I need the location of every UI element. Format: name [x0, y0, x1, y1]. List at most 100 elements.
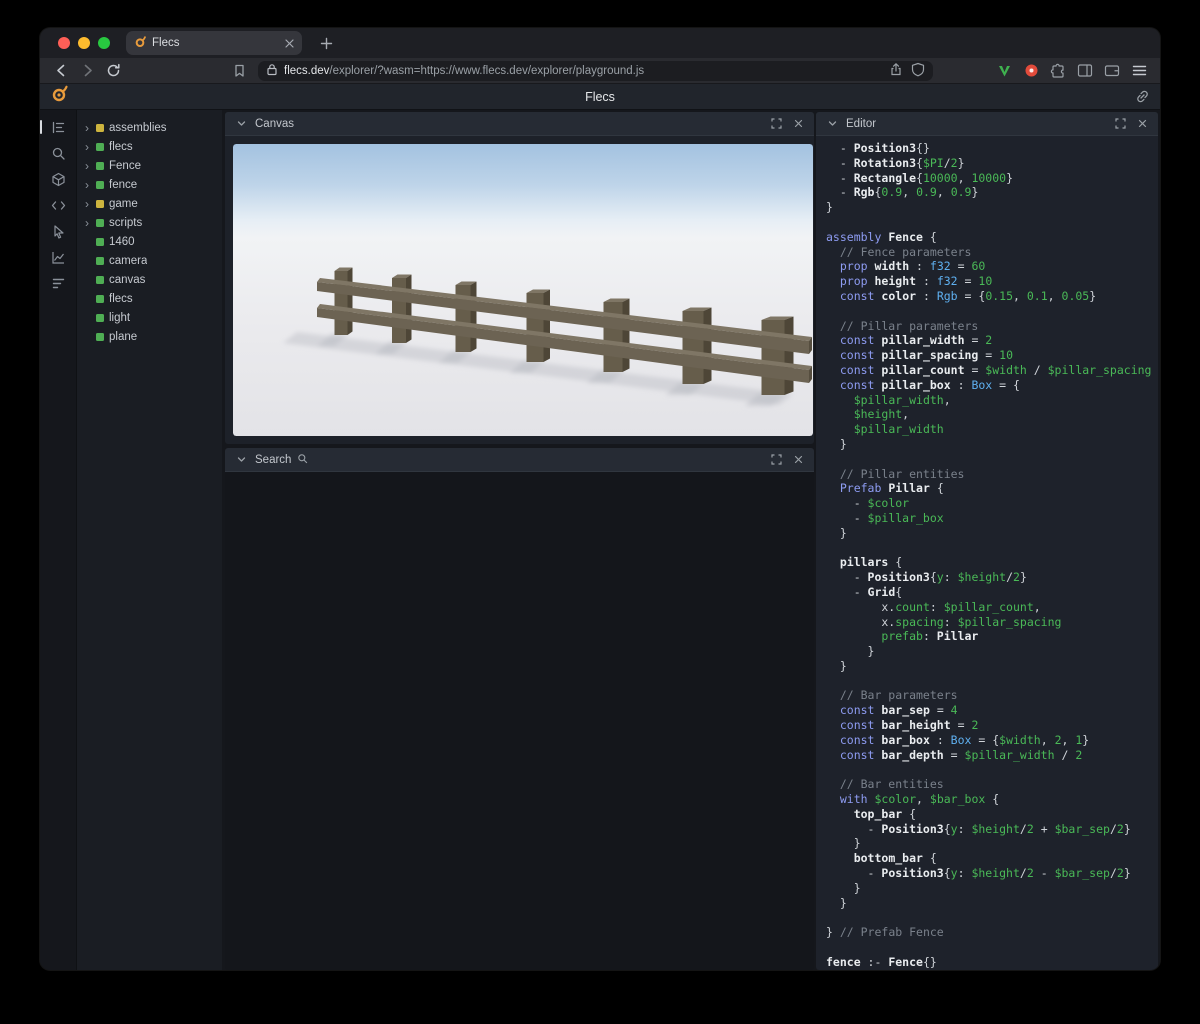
tree-item[interactable]: ›Fence	[77, 156, 222, 175]
code-line: with $color, $bar_box {	[826, 792, 1158, 807]
search-icon[interactable]	[47, 144, 69, 162]
tree-item-label: game	[109, 198, 138, 210]
tree-item[interactable]: › assemblies	[77, 118, 222, 137]
tree-item[interactable]: ›flecs	[77, 137, 222, 156]
code-line: // Bar entities	[826, 777, 1158, 792]
code-line: $pillar_width,	[826, 393, 1158, 408]
expand-panel-icon[interactable]	[768, 116, 784, 132]
code-line: const bar_depth = $pillar_width / 2	[826, 748, 1158, 763]
close-panel-icon[interactable]	[790, 116, 806, 132]
tree-item[interactable]: camera	[77, 251, 222, 270]
address-bar[interactable]: flecs.dev/explorer/?wasm=https://www.fle…	[258, 61, 933, 81]
canvas-panel-body	[225, 136, 814, 444]
code-line: prefab: Pillar	[826, 629, 1158, 644]
sidebar-panel-icon[interactable]	[1074, 60, 1096, 82]
new-tab-button[interactable]	[316, 33, 336, 53]
entity-color-dot	[96, 200, 104, 208]
code-line: const bar_box : Box = {$width, 2, 1}	[826, 733, 1158, 748]
back-button[interactable]	[50, 60, 72, 82]
entity-color-dot	[96, 257, 104, 265]
code-line: - Position3{}	[826, 141, 1158, 156]
url-domain: flecs.dev	[284, 65, 329, 77]
tab-close-icon[interactable]	[285, 39, 294, 48]
shield-icon[interactable]	[911, 62, 925, 80]
share-icon[interactable]	[889, 62, 903, 80]
minimize-window-button[interactable]	[78, 37, 90, 49]
code-line: - $color	[826, 496, 1158, 511]
code-line: const pillar_count = $width / $pillar_sp…	[826, 363, 1158, 378]
code-line	[826, 762, 1158, 777]
tree-item[interactable]: canvas	[77, 270, 222, 289]
code-line: - Rectangle{10000, 10000}	[826, 171, 1158, 186]
tree-item[interactable]: ›scripts	[77, 213, 222, 232]
tree-item[interactable]: › game	[77, 194, 222, 213]
tree-item[interactable]: 1460	[77, 232, 222, 251]
red-extension-icon[interactable]	[1020, 60, 1042, 82]
stats-icon[interactable]	[47, 274, 69, 292]
menu-icon[interactable]	[1128, 60, 1150, 82]
code-line: bottom_bar {	[826, 851, 1158, 866]
tree-item-label: canvas	[109, 274, 145, 286]
bookmark-icon[interactable]	[228, 60, 250, 82]
tree-item-label: 1460	[109, 236, 135, 248]
expander-icon[interactable]: ›	[83, 198, 91, 210]
share-link-icon[interactable]	[1135, 89, 1150, 104]
browser-tab[interactable]: Flecs	[126, 31, 302, 55]
entity-color-dot	[96, 219, 104, 227]
entities-cube-icon[interactable]	[47, 170, 69, 188]
reload-button[interactable]	[102, 60, 124, 82]
tree-item-label: assemblies	[109, 122, 167, 134]
collapse-chevron-icon[interactable]	[233, 452, 249, 468]
code-line	[826, 304, 1158, 319]
tree-item[interactable]: flecs	[77, 289, 222, 308]
code-line	[826, 910, 1158, 925]
code-line: }	[826, 881, 1158, 896]
expander-icon[interactable]: ›	[83, 179, 91, 191]
forward-button[interactable]	[76, 60, 98, 82]
code-line: // Bar parameters	[826, 688, 1158, 703]
close-panel-icon[interactable]	[1134, 116, 1150, 132]
close-window-button[interactable]	[58, 37, 70, 49]
close-panel-icon[interactable]	[790, 452, 806, 468]
code-line: const pillar_width = 2	[826, 333, 1158, 348]
tree-item[interactable]: light	[77, 308, 222, 327]
expand-panel-icon[interactable]	[1112, 116, 1128, 132]
center-column: Canvas	[222, 110, 816, 970]
code-icon[interactable]	[47, 196, 69, 214]
canvas-panel-header: Canvas	[225, 112, 814, 136]
3d-canvas-viewport[interactable]	[233, 144, 813, 436]
tree-view-icon[interactable]	[47, 118, 69, 136]
url-text: flecs.dev/explorer/?wasm=https://www.fle…	[284, 65, 883, 77]
collapse-chevron-icon[interactable]	[824, 116, 840, 132]
editor-code[interactable]: - Position3{} - Rotation3{$PI/2} - Recta…	[816, 136, 1158, 970]
entity-color-dot	[96, 238, 104, 246]
code-line: }	[826, 437, 1158, 452]
collapse-chevron-icon[interactable]	[233, 116, 249, 132]
magnifier-icon	[297, 453, 308, 467]
expander-icon[interactable]: ›	[83, 141, 91, 153]
search-panel-header: Search	[225, 448, 814, 472]
inspect-icon[interactable]	[47, 222, 69, 240]
code-line: // Pillar parameters	[826, 319, 1158, 334]
expander-icon[interactable]: ›	[83, 160, 91, 172]
main-layout: ›assemblies›flecs›Fence›fence›game›scrip…	[40, 110, 1160, 970]
zoom-window-button[interactable]	[98, 37, 110, 49]
expander-icon[interactable]: ›	[83, 122, 91, 134]
wallet-icon[interactable]	[1101, 60, 1123, 82]
tree-item[interactable]: ›fence	[77, 175, 222, 194]
code-line: $height,	[826, 407, 1158, 422]
code-line: const bar_sep = 4	[826, 703, 1158, 718]
tree-item-label: flecs	[109, 293, 133, 305]
browser-toolbar: flecs.dev/explorer/?wasm=https://www.fle…	[40, 58, 1160, 84]
extensions-cluster	[993, 60, 1150, 82]
extensions-puzzle-icon[interactable]	[1047, 60, 1069, 82]
code-line	[826, 215, 1158, 230]
expand-panel-icon[interactable]	[768, 452, 784, 468]
tree-item[interactable]: plane	[77, 327, 222, 346]
tree-item-label: plane	[109, 331, 137, 343]
v-extension-icon[interactable]	[993, 60, 1015, 82]
flecs-logo-icon[interactable]	[50, 85, 68, 108]
expander-icon[interactable]: ›	[83, 217, 91, 229]
window-controls	[58, 37, 110, 49]
chart-icon[interactable]	[47, 248, 69, 266]
